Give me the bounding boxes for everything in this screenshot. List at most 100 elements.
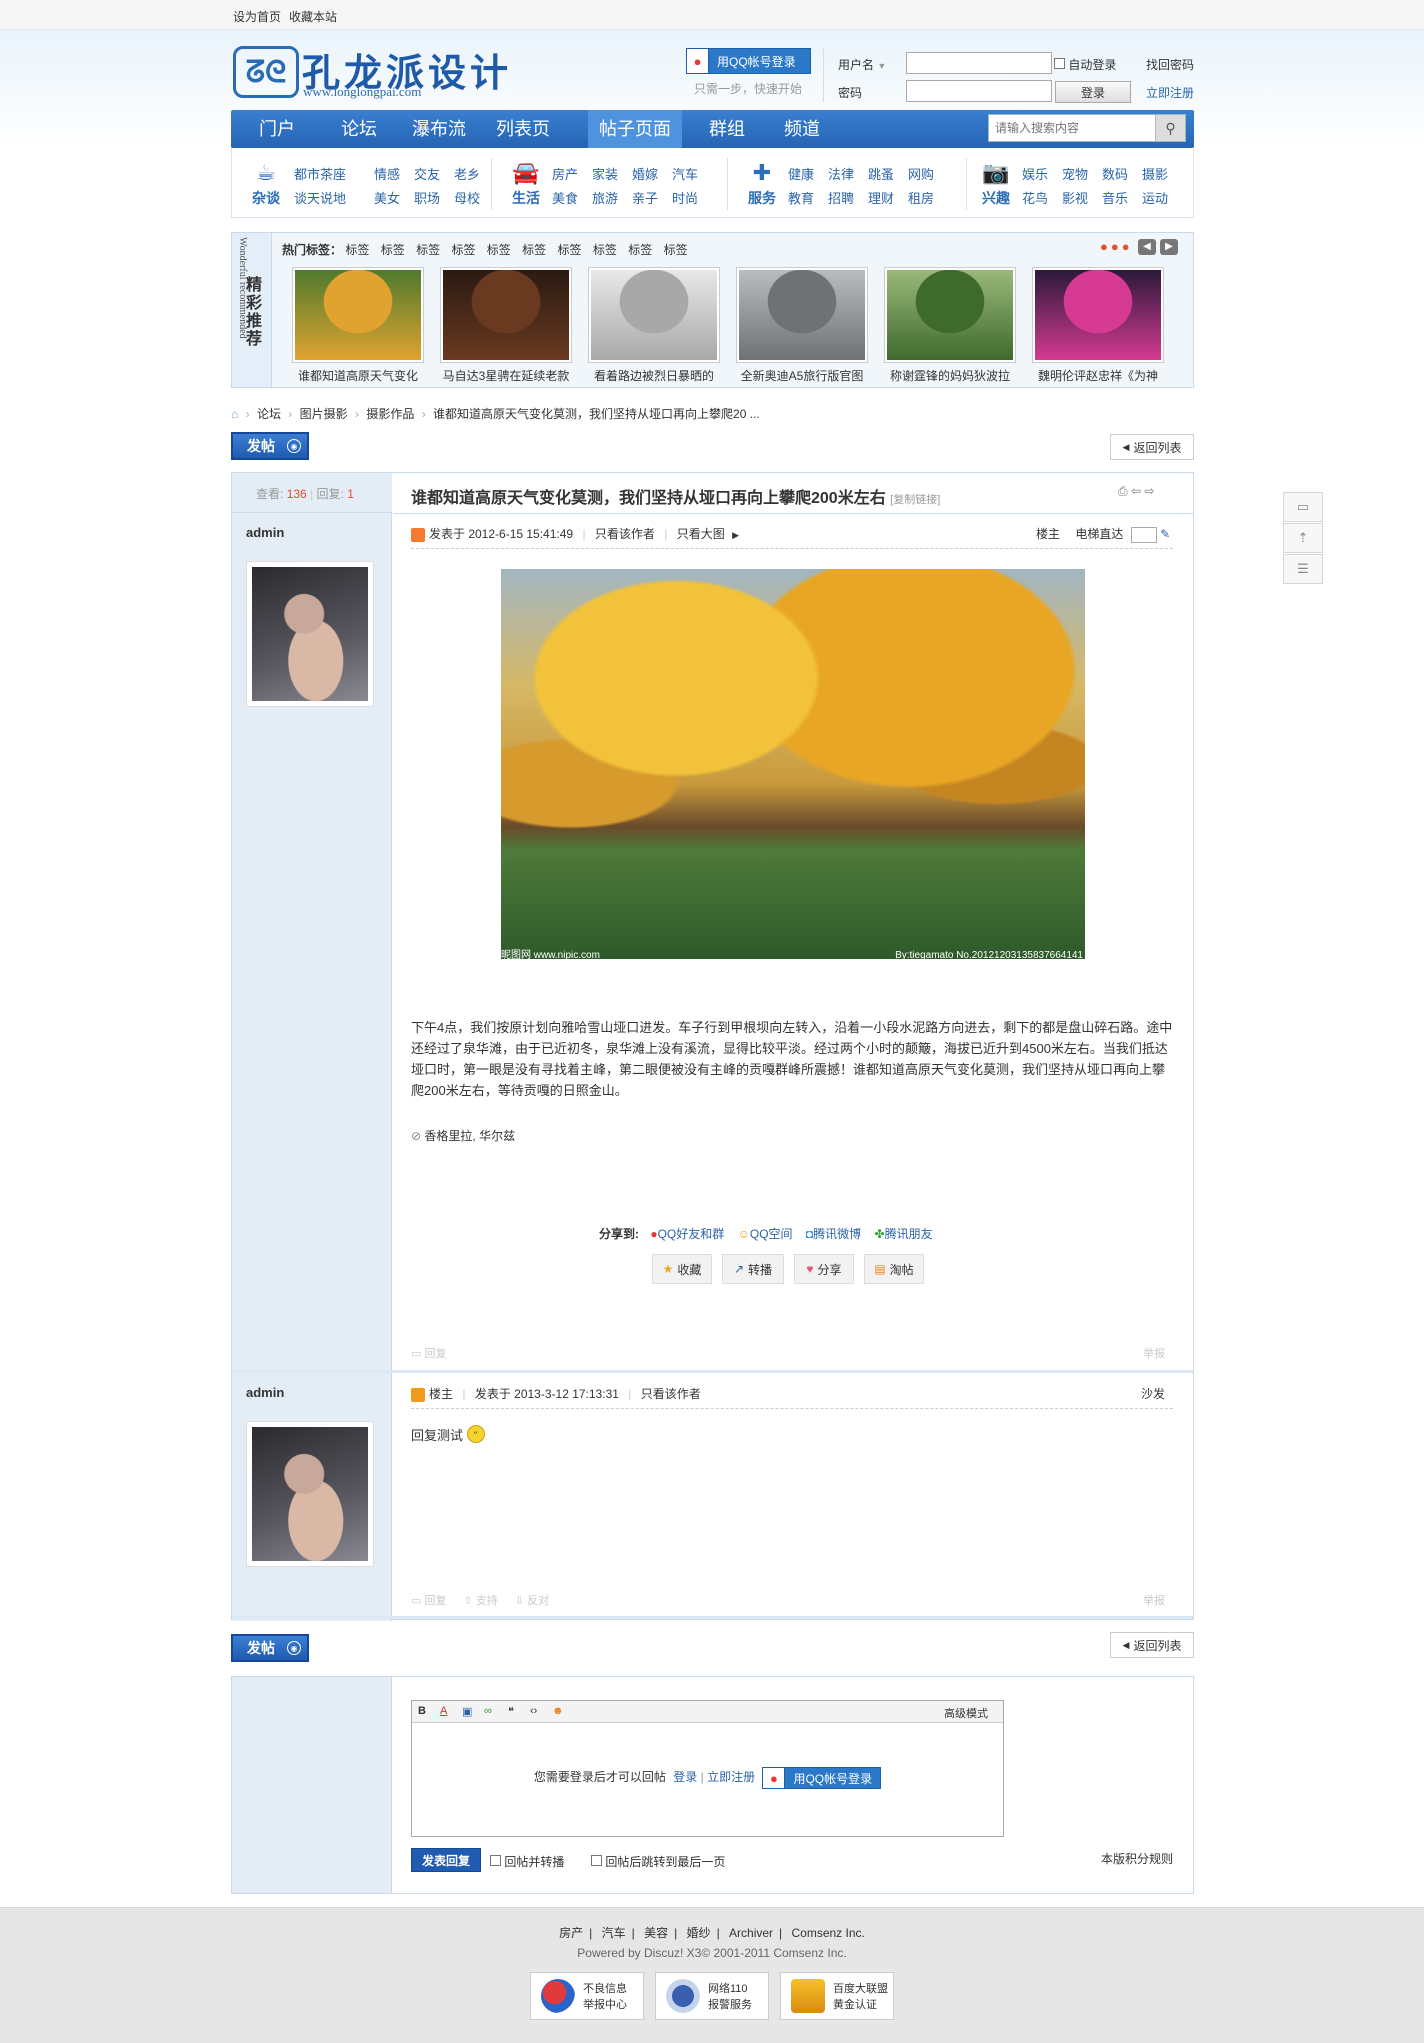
category-link[interactable]: 跳蚤 <box>868 164 894 183</box>
featured-caption[interactable]: 谁都知道高原天气变化 <box>292 367 424 384</box>
category-link[interactable]: 汽车 <box>672 164 698 183</box>
hot-tag[interactable]: 标签 <box>345 243 369 257</box>
new-post-button[interactable]: 发帖 ◉ <box>231 432 309 460</box>
nav-thread-page[interactable]: 帖子页面 <box>588 110 682 148</box>
hot-tag[interactable]: 标签 <box>487 243 511 257</box>
reply-editor[interactable]: B A ▣ ∞ ❝ ‹› ☻ 高级模式 您需要登录后才可以回帖 登录 | 立即注… <box>411 1700 1004 1837</box>
category-link[interactable]: 娱乐 <box>1022 164 1048 183</box>
featured-caption[interactable]: 魏明伦评赵忠祥《为神 <box>1032 367 1164 384</box>
category-title[interactable]: 服务 <box>742 188 782 208</box>
category-link[interactable]: 影视 <box>1062 188 1088 207</box>
category-link[interactable]: 招聘 <box>828 188 854 207</box>
search-input[interactable] <box>989 115 1157 141</box>
advanced-mode-link[interactable]: 高级模式 <box>944 1705 988 1721</box>
featured-item[interactable]: 马自达3星骋在延续老款 <box>440 267 572 384</box>
breadcrumb-item[interactable]: 论坛 <box>257 407 281 421</box>
link-icon[interactable]: ∞ <box>484 1705 492 1717</box>
hot-tag[interactable]: 标签 <box>664 243 688 257</box>
category-link[interactable]: 都市茶座 <box>294 164 346 183</box>
featured-item[interactable]: 看着路边被烈日暴晒的 <box>588 267 720 384</box>
nav-groups[interactable]: 群组 <box>697 110 757 148</box>
auto-login-checkbox[interactable] <box>1054 58 1065 69</box>
post-reply-link[interactable]: 回复 <box>424 1595 446 1607</box>
post-image-autumn-trees[interactable]: 昵图网 www.nipic.com By:tiegamato No.201212… <box>501 569 1085 961</box>
footer-link[interactable]: 房产 <box>553 1926 589 1940</box>
featured-item[interactable]: 称谢霆锋的妈妈狄波拉 <box>884 267 1016 384</box>
hot-tag[interactable]: 标签 <box>451 243 475 257</box>
credit-rules-link[interactable]: 本版积分规则 <box>1101 1850 1173 1867</box>
tag-links[interactable]: 香格里拉, 华尔兹 <box>424 1129 515 1143</box>
nav-forum[interactable]: 论坛 <box>329 110 389 148</box>
category-link[interactable]: 房产 <box>552 164 578 183</box>
baidu-badge[interactable]: 百度大联盟 黄金认证 <box>780 1972 894 2020</box>
category-title[interactable]: 兴趣 <box>976 188 1016 208</box>
category-link[interactable]: 亲子 <box>632 188 658 207</box>
bookmark-link[interactable]: 收藏本站 <box>289 8 337 25</box>
print-icon[interactable]: ⎙ <box>1118 484 1128 498</box>
forward-option[interactable]: 回帖并转播 <box>490 1853 564 1870</box>
category-title[interactable]: 生活 <box>506 188 546 208</box>
comment-icon[interactable]: ▭ <box>1283 492 1323 522</box>
nav-list-page[interactable]: 列表页 <box>483 110 563 148</box>
nav-channels[interactable]: 频道 <box>771 110 833 148</box>
share-qzone[interactable]: QQ空间 <box>750 1227 793 1241</box>
category-link[interactable]: 旅游 <box>592 188 618 207</box>
category-link[interactable]: 情感 <box>374 164 400 183</box>
footer-link[interactable]: 婚纱 <box>681 1926 717 1940</box>
support-link[interactable]: 支持 <box>476 1595 498 1607</box>
hot-tag[interactable]: 标签 <box>558 243 582 257</box>
image-icon[interactable]: ▣ <box>462 1705 472 1718</box>
smiley-icon[interactable]: ☻ <box>552 1705 564 1717</box>
category-link[interactable]: 运动 <box>1142 188 1168 207</box>
report-link[interactable]: 举报 <box>1143 1345 1165 1361</box>
police-badge[interactable]: 网络110 报警服务 <box>655 1972 769 2020</box>
category-link[interactable]: 教育 <box>788 188 814 207</box>
logo-icon[interactable]: ᘔᘓ <box>233 46 299 98</box>
category-link[interactable]: 宠物 <box>1062 164 1088 183</box>
forward-checkbox[interactable] <box>490 1855 501 1866</box>
report-center-badge[interactable]: 不良信息 举报中心 <box>530 1972 644 2020</box>
category-link[interactable]: 时尚 <box>672 188 698 207</box>
featured-caption[interactable]: 看着路边被烈日暴晒的 <box>588 367 720 384</box>
footer-link[interactable]: 美容 <box>638 1926 674 1940</box>
share-qq-friends[interactable]: QQ好友和群 <box>658 1227 725 1241</box>
category-link[interactable]: 花鸟 <box>1022 188 1048 207</box>
report-link[interactable]: 举报 <box>1143 1592 1165 1608</box>
find-password-link[interactable]: 找回密码 <box>1146 56 1194 73</box>
footer-link[interactable]: 汽车 <box>596 1926 632 1940</box>
qq-login-button[interactable]: ● 用QQ帐号登录 <box>762 1767 882 1789</box>
list-icon[interactable]: ☰ <box>1283 554 1323 584</box>
login-link[interactable]: 登录 <box>673 1770 697 1784</box>
post-author[interactable]: admin <box>246 525 284 540</box>
category-link[interactable]: 交友 <box>414 164 440 183</box>
featured-item[interactable]: 谁都知道高原天气变化 <box>292 267 424 384</box>
category-link[interactable]: 租房 <box>908 188 934 207</box>
category-link[interactable]: 老乡 <box>454 164 480 183</box>
collect-thread-button[interactable]: ▤ 淘帖 <box>864 1254 924 1284</box>
category-link[interactable]: 数码 <box>1102 164 1128 183</box>
only-author-link[interactable]: 只看该作者 <box>595 527 655 541</box>
username-input[interactable] <box>906 52 1052 74</box>
category-link[interactable]: 谈天说地 <box>294 188 346 207</box>
category-link[interactable]: 网购 <box>908 164 934 183</box>
breadcrumb-item[interactable]: 摄影作品 <box>366 407 414 421</box>
oppose-link[interactable]: 反对 <box>527 1595 549 1607</box>
register-link[interactable]: 立即注册 <box>707 1770 755 1784</box>
nav-waterfall[interactable]: 瀑布流 <box>401 110 477 148</box>
breadcrumb-item[interactable]: 谁都知道高原天气变化莫测，我们坚持从垭口再向上攀爬20 ... <box>433 407 760 421</box>
featured-item[interactable]: 全新奥迪A5旅行版官图 <box>736 267 868 384</box>
jump-last-checkbox[interactable] <box>591 1855 602 1866</box>
hot-tag[interactable]: 标签 <box>593 243 617 257</box>
hot-tag[interactable]: 标签 <box>416 243 440 257</box>
featured-caption[interactable]: 全新奥迪A5旅行版官图 <box>736 367 868 384</box>
footer-link[interactable]: Comsenz Inc. <box>785 1926 870 1940</box>
carousel-dots[interactable]: ●●● <box>1100 239 1133 254</box>
password-input[interactable] <box>906 80 1052 102</box>
back-to-list-button[interactable]: ◀ 返回列表 <box>1110 1632 1194 1658</box>
only-author-link[interactable]: 只看该作者 <box>641 1387 701 1401</box>
avatar[interactable] <box>246 561 374 707</box>
back-to-list-button[interactable]: ◀ 返回列表 <box>1110 434 1194 460</box>
share-tencent-weibo[interactable]: 腾讯微博 <box>813 1227 861 1241</box>
category-link[interactable]: 婚嫁 <box>632 164 658 183</box>
category-link[interactable]: 摄影 <box>1142 164 1168 183</box>
